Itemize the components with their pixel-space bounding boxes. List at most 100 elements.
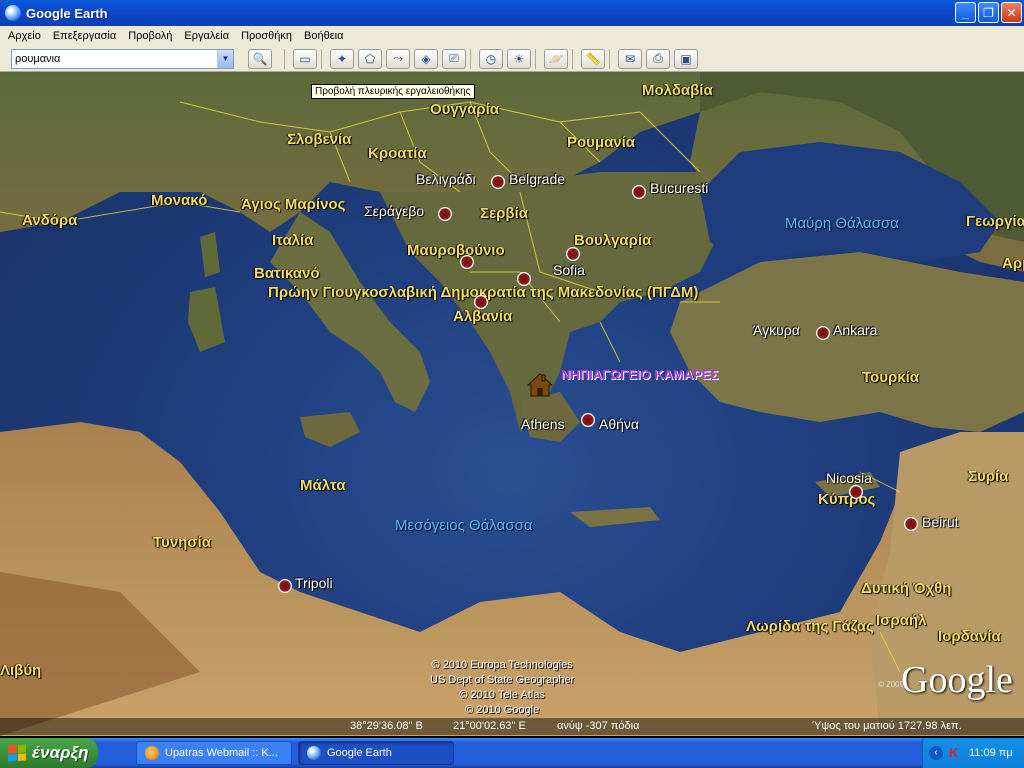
map-label-black-sea: Μαύρη Θάλασσα [785, 215, 899, 232]
map-label-san-marino: Άγιος Μαρίνος [241, 196, 346, 213]
record-tour-button[interactable]: ⎚ [442, 48, 466, 69]
capital-star-icon[interactable] [581, 413, 595, 427]
google-earth-app-icon [5, 5, 21, 21]
task-label: Upatras Webmail :: K... [165, 747, 278, 759]
toolbar-separator [470, 48, 471, 69]
switch-planet-button[interactable]: 🪐 [544, 48, 568, 69]
longitude-readout: 21°00'02.63" E [453, 720, 526, 732]
capital-star-icon[interactable] [438, 207, 452, 221]
sunlight-button[interactable]: ☀ [507, 48, 531, 69]
capital-star-icon[interactable] [816, 326, 830, 340]
capital-star-icon[interactable] [517, 272, 531, 286]
picture-icon: ▣ [680, 51, 692, 66]
capital-star-icon[interactable] [566, 247, 580, 261]
magnifier-icon: 🔍 [252, 51, 268, 66]
map-label-jordan: Ιορδανία [938, 628, 1001, 645]
menu-add[interactable]: Προσθήκη [235, 30, 298, 42]
map-label-west-bank: Δυτική Όχθη [861, 580, 952, 597]
menu-tools[interactable]: Εργαλεία [178, 30, 235, 42]
map-label-israel: Ισραήλ [876, 612, 927, 629]
add-placemark-button[interactable]: ✦ [330, 48, 354, 69]
map-label-syria: Συρία [968, 468, 1009, 485]
map-label-nicosia: Nicosia [826, 470, 872, 486]
map-label-croatia: Κροατία [368, 145, 427, 162]
email-button[interactable]: ✉ [618, 48, 642, 69]
ruler-icon: 📏 [585, 51, 601, 66]
historical-imagery-button[interactable]: ◷ [479, 48, 503, 69]
map-label-malta: Μάλτα [300, 477, 346, 494]
elevation-readout: ανύψ -307 πόδια [557, 720, 640, 732]
map-view[interactable]: Μολδαβία Ουγγαρία Σλοβενία Κροατία Ρουμα… [0, 72, 1024, 736]
sidebar-toggle-button[interactable]: ▭ [293, 48, 317, 69]
save-image-button[interactable]: ▣ [674, 48, 698, 69]
chevron-down-icon[interactable]: ▼ [217, 49, 233, 68]
capital-star-icon[interactable] [278, 579, 292, 593]
eye-altitude-readout: Ύψος του ματιού 1727.98 λεπ. [812, 720, 962, 732]
print-button[interactable]: ⎙ [646, 48, 670, 69]
tray-chevron-icon[interactable]: ‹ [929, 746, 943, 760]
add-image-overlay-button[interactable]: ◈ [414, 48, 438, 69]
google-logo: Google [901, 659, 1013, 701]
clock-icon: ◷ [485, 51, 497, 66]
map-label-mediterranean-sea: Μεσόγειος Θάλασσα [395, 517, 533, 534]
map-label-turkey: Τουρκία [862, 369, 919, 386]
map-label-tripoli: Tripoli [295, 575, 333, 591]
map-label-albania: Αλβανία [453, 308, 513, 325]
search-combobox[interactable]: ▼ [11, 48, 234, 69]
toolbar-separator [321, 48, 322, 69]
map-label-andorra: Ανδόρα [22, 212, 78, 229]
ruler-button[interactable]: 📏 [581, 48, 605, 69]
task-label: Google Earth [327, 747, 392, 759]
taskbar: έναρξη Upatras Webmail :: K... Google Ea… [0, 738, 1024, 768]
search-button[interactable]: 🔍 [248, 48, 272, 69]
map-label-montenegro: Μαυροβούνιο [407, 242, 505, 259]
copyright-line: © 2010 Europa Technologies [431, 659, 573, 671]
search-input[interactable] [12, 49, 217, 68]
minimize-button[interactable]: _ [955, 2, 976, 23]
close-button[interactable]: ✕ [1001, 2, 1022, 23]
tooltip: Προβολή πλευρικής εργαλειοθήκης [311, 84, 475, 99]
toolbar-separator [535, 48, 536, 69]
menu-edit[interactable]: Επεξεργασία [47, 30, 122, 42]
map-label-athina: Αθήνα [599, 416, 640, 432]
capital-star-icon[interactable] [904, 517, 918, 531]
title-bar: Google Earth _ ❐ ✕ [0, 0, 1024, 26]
latitude-readout: 38°29'36.08" B [350, 720, 423, 732]
antivirus-icon[interactable]: K [949, 746, 963, 760]
toolbar: ▼ 🔍 ▭ ✦ ⬠ ⤳ ◈ ⎚ ◷ ☀ 🪐 📏 ✉ ⎙ ▣ [0, 46, 1024, 72]
map-label-belgrade: Belgrade [509, 171, 566, 187]
map-label-sarajevo: Σεράγεβο [364, 203, 425, 219]
school-placemark-icon[interactable] [527, 372, 553, 398]
map-label-georgia: Γεωργία [966, 213, 1024, 230]
menu-file[interactable]: Αρχείο [2, 30, 47, 42]
placemark-label[interactable]: ΝΗΠΙΑΓΩΓΕΙΟ ΚΑΜΑΡΕΣ [561, 367, 718, 382]
menu-view[interactable]: Προβολή [122, 30, 178, 42]
copyright-line: US Dept of State Geographer [430, 674, 575, 686]
menu-help[interactable]: Βοήθεια [298, 30, 349, 42]
windows-logo-icon [8, 744, 26, 762]
map-label-libya: Λιβύη [0, 662, 42, 679]
capital-star-icon[interactable] [632, 185, 646, 199]
capital-star-icon[interactable] [849, 485, 863, 499]
add-path-button[interactable]: ⤳ [386, 48, 410, 69]
google-earth-icon [307, 746, 321, 760]
capital-star-icon[interactable] [491, 175, 505, 189]
sun-icon: ☀ [513, 51, 525, 66]
capital-star-icon[interactable] [474, 295, 488, 309]
task-webmail[interactable]: Upatras Webmail :: K... [136, 741, 292, 765]
map-label-tunisia: Τυνησία [153, 534, 211, 551]
start-button[interactable]: έναρξη [0, 738, 98, 768]
map-label-slovenia: Σλοβενία [287, 131, 352, 148]
toolbar-separator [609, 48, 610, 69]
add-polygon-button[interactable]: ⬠ [358, 48, 382, 69]
map-label-bulgaria: Βουλγαρία [574, 232, 652, 249]
capital-star-icon[interactable] [460, 255, 474, 269]
map-label-sofia: Sofia [553, 262, 585, 278]
restore-button[interactable]: ❐ [978, 2, 999, 23]
clock[interactable]: 11:09 πμ [969, 747, 1013, 759]
sidebar-icon: ▭ [299, 51, 311, 66]
task-google-earth[interactable]: Google Earth [298, 741, 454, 765]
map-label-ankara-greek: Άγκυρα [753, 322, 800, 338]
image-overlay-icon: ◈ [421, 51, 431, 66]
toolbar-separator [284, 48, 285, 69]
